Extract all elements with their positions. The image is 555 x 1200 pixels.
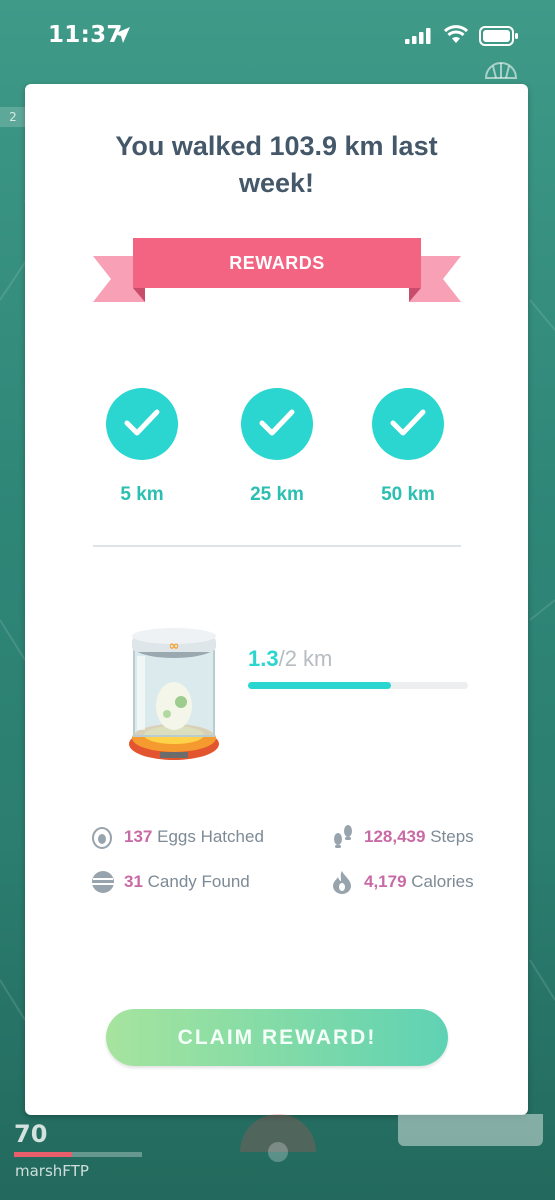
stat-value: 31	[124, 872, 143, 891]
stat-value: 137	[124, 827, 153, 846]
egg-distance-current: 1.3	[248, 646, 279, 671]
wifi-icon	[444, 25, 468, 43]
egg-icon	[92, 827, 112, 849]
milestone-label: 50 km	[381, 484, 435, 505]
milestone-label: 25 km	[250, 484, 304, 505]
divider	[93, 545, 461, 547]
pokeball-icon	[240, 1114, 316, 1162]
rewards-label: REWARDS	[229, 253, 325, 273]
stat-label: Steps	[430, 827, 474, 846]
trainer-username: marshFTP	[15, 1162, 89, 1180]
xp-fill	[14, 1152, 72, 1157]
status-time: 11:37	[48, 22, 123, 48]
egg-progress-text: 1.3/2 km	[248, 646, 332, 672]
nearby-panel	[398, 1114, 543, 1146]
egg-distance-total: /2 km	[278, 646, 333, 671]
battery-icon	[479, 26, 518, 46]
footprints-icon	[334, 825, 352, 848]
stat-value: 128,439	[364, 827, 426, 846]
location-arrow-icon	[114, 27, 130, 43]
egg-progress-fill	[248, 682, 391, 689]
stat-eggs-hatched: 137 Eggs Hatched	[91, 824, 291, 850]
stat-label: Calories	[411, 872, 474, 891]
background-badge: 2	[0, 107, 26, 127]
claim-reward-button[interactable]: CLAIM REWARD!	[106, 1009, 448, 1066]
xp-bar	[14, 1152, 142, 1157]
stat-label: Candy Found	[147, 872, 250, 891]
checkmark-icon	[106, 388, 178, 460]
stat-value: 4,179	[364, 872, 407, 891]
milestone-25km: 25 km	[222, 388, 332, 506]
flame-icon	[333, 871, 351, 894]
stat-candy-found: 31 Candy Found	[91, 869, 291, 895]
stat-label: Eggs Hatched	[157, 827, 264, 846]
milestones: 5 km 25 km 50 km	[25, 388, 528, 518]
stat-calories: 4,179 Calories	[331, 869, 521, 895]
milestone-label: 5 km	[120, 484, 164, 505]
checkmark-icon	[241, 388, 313, 460]
weekly-summary-card: You walked 103.9 km last week! REWARDS 5…	[25, 84, 528, 1115]
status-bar: 11:37	[0, 0, 555, 72]
milestone-5km: 5 km	[87, 388, 197, 506]
candy-icon	[92, 871, 114, 893]
egg-incubator-icon: ∞	[129, 628, 219, 760]
checkmark-icon	[372, 388, 444, 460]
trainer-level: 70	[14, 1120, 48, 1148]
egg-progress-bar	[248, 682, 468, 689]
cellular-signal-icon	[405, 28, 431, 44]
card-title: You walked 103.9 km last week!	[115, 131, 438, 198]
stat-steps: 128,439 Steps	[331, 824, 521, 850]
svg-text:∞: ∞	[169, 639, 180, 654]
milestone-50km: 50 km	[353, 388, 463, 506]
